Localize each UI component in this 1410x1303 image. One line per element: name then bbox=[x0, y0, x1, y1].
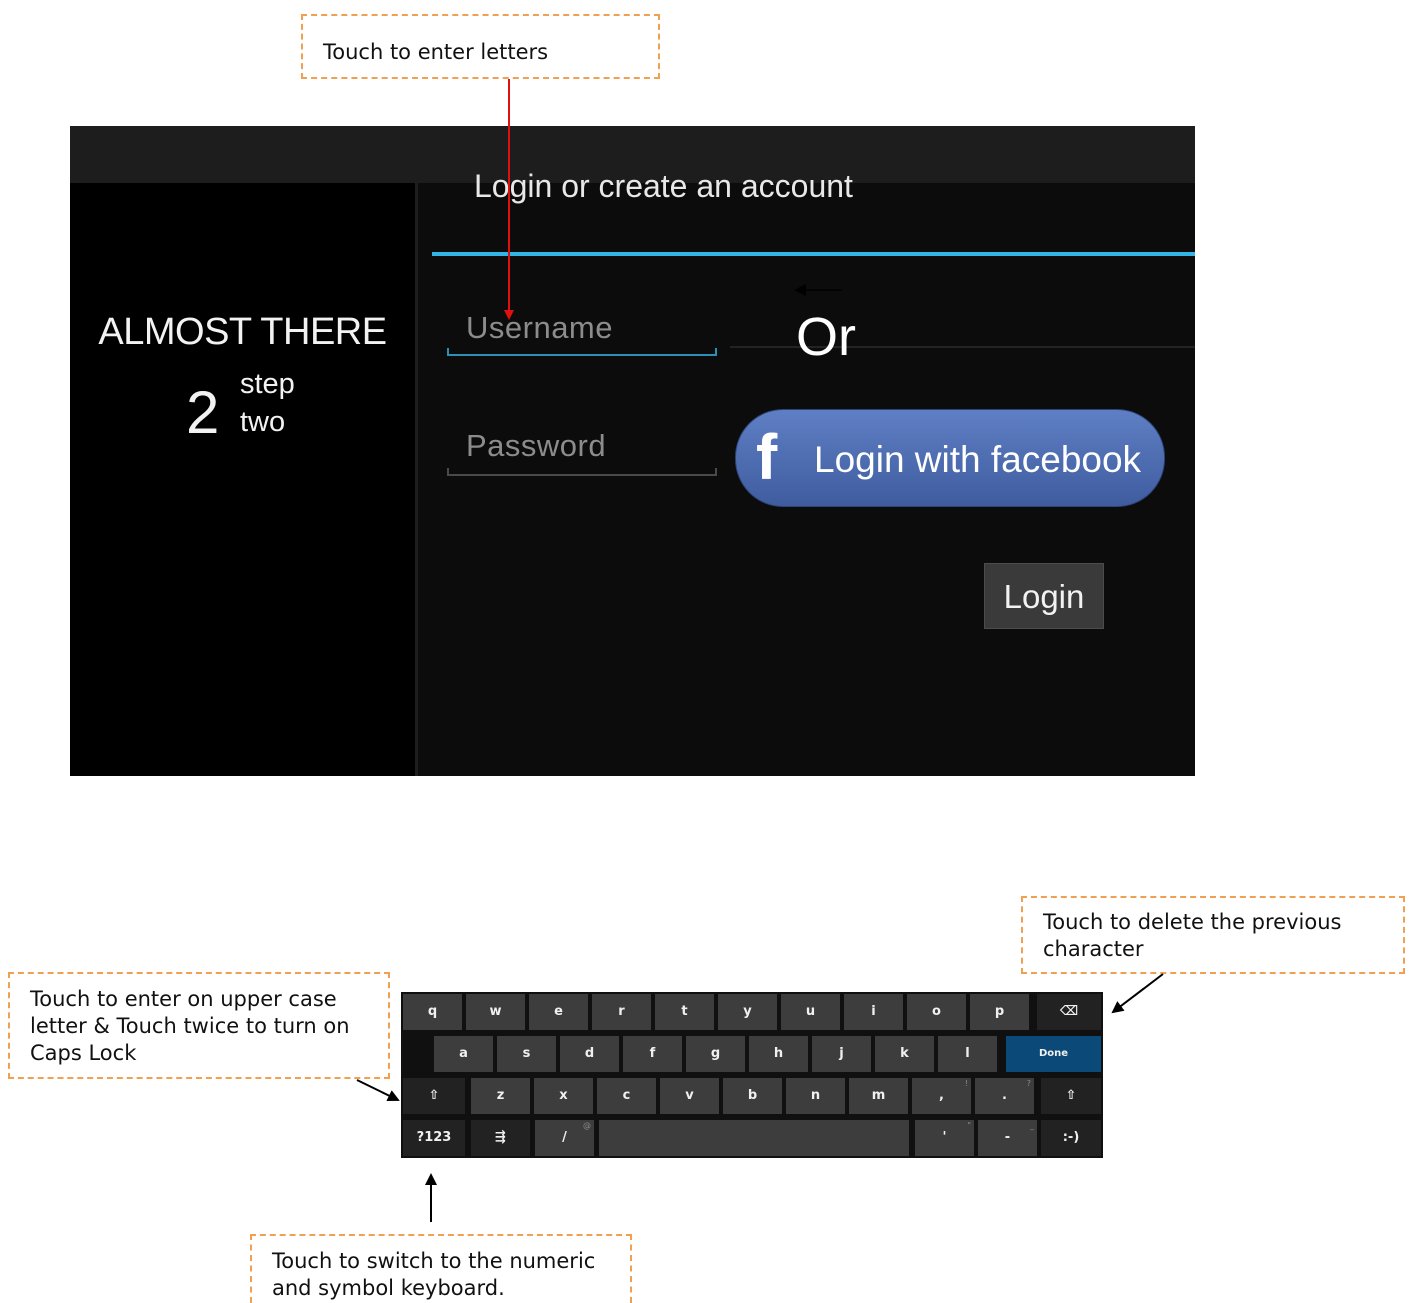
callout-enter-letters: Touch to enter letters bbox=[301, 14, 660, 79]
key-c[interactable]: c bbox=[597, 1078, 656, 1114]
symbols-key[interactable]: ?123 bbox=[403, 1120, 465, 1156]
shift-icon[interactable]: ⇧ bbox=[1041, 1078, 1101, 1114]
key-o[interactable]: o bbox=[907, 994, 966, 1030]
key-k[interactable]: k bbox=[875, 1036, 934, 1072]
shift-icon[interactable]: ⇧ bbox=[403, 1078, 465, 1114]
key-b[interactable]: b bbox=[723, 1078, 782, 1114]
almost-there-heading: ALMOST THERE bbox=[98, 311, 387, 353]
step-word: two bbox=[240, 406, 286, 438]
key-dash[interactable]: - _ bbox=[978, 1120, 1037, 1156]
key-q[interactable]: q bbox=[403, 994, 462, 1030]
key-w[interactable]: w bbox=[466, 994, 525, 1030]
username-underline bbox=[447, 354, 717, 356]
step-word: step bbox=[240, 368, 295, 400]
soft-keyboard: q w e r t y u i o p ⌫ a s d f g h j k l Done ⇧ z x c v b n m,!.? ⇧ ?12… bbox=[401, 992, 1103, 1158]
key-comma[interactable]: ,! bbox=[912, 1078, 971, 1114]
key-apostrophe[interactable]: ' " bbox=[915, 1120, 974, 1156]
key-u[interactable]: u bbox=[781, 994, 840, 1030]
done-button[interactable]: Done bbox=[1006, 1036, 1101, 1072]
tablet-screen: ALMOST THERE 2 step two Login or create … bbox=[70, 126, 1195, 776]
key-period[interactable]: .? bbox=[975, 1078, 1034, 1114]
key-h[interactable]: h bbox=[749, 1036, 808, 1072]
facebook-login-label: Login with facebook bbox=[814, 439, 1142, 480]
callout-shift: Touch to enter on upper case letter & To… bbox=[8, 972, 390, 1079]
arrow-to-shift bbox=[356, 1079, 400, 1102]
username-field[interactable]: Username bbox=[466, 310, 613, 346]
key-j[interactable]: j bbox=[812, 1036, 871, 1072]
key-z[interactable]: z bbox=[471, 1078, 530, 1114]
key-g[interactable]: g bbox=[686, 1036, 745, 1072]
key-v[interactable]: v bbox=[660, 1078, 719, 1114]
key-f[interactable]: f bbox=[623, 1036, 682, 1072]
callout-delete: Touch to delete the previous character bbox=[1021, 896, 1405, 974]
key-n[interactable]: n bbox=[786, 1078, 845, 1114]
backspace-icon[interactable]: ⌫ bbox=[1037, 994, 1101, 1030]
callout-text: Touch to delete the previous bbox=[1043, 910, 1342, 934]
space-bar[interactable] bbox=[599, 1120, 909, 1156]
step-number: 2 bbox=[186, 379, 220, 446]
username-underline-tick bbox=[447, 348, 449, 355]
facebook-login-button[interactable]: f Login with facebook bbox=[735, 409, 1165, 507]
callout-text: Caps Lock bbox=[30, 1041, 137, 1065]
side-panel: ALMOST THERE 2 step two bbox=[70, 183, 418, 776]
key-p[interactable]: p bbox=[970, 994, 1029, 1030]
dialog-title: Login or create an account bbox=[474, 168, 853, 204]
password-underline-tick bbox=[715, 468, 717, 475]
key-t[interactable]: t bbox=[655, 994, 714, 1030]
callout-text: Touch to enter on upper case bbox=[30, 987, 337, 1011]
key-e[interactable]: e bbox=[529, 994, 588, 1030]
callout-text: character bbox=[1043, 937, 1144, 961]
callout-text: and symbol keyboard. bbox=[272, 1276, 505, 1300]
facebook-icon: f bbox=[756, 421, 778, 493]
login-button[interactable]: Login bbox=[984, 563, 1104, 629]
key-m[interactable]: m bbox=[849, 1078, 908, 1114]
title-divider bbox=[432, 252, 1195, 256]
password-underline-tick bbox=[447, 468, 449, 475]
username-underline-tick bbox=[715, 348, 717, 355]
key-s[interactable]: s bbox=[497, 1036, 556, 1072]
arrow-to-backspace bbox=[1111, 973, 1164, 1014]
password-field[interactable]: Password bbox=[466, 428, 606, 464]
key-i[interactable]: i bbox=[844, 994, 903, 1030]
key-d[interactable]: d bbox=[560, 1036, 619, 1072]
callout-text: Touch to enter letters bbox=[323, 40, 549, 64]
or-label: Or bbox=[796, 307, 856, 367]
password-underline bbox=[447, 474, 717, 476]
key-slash[interactable]: / @ bbox=[535, 1120, 594, 1156]
key-r[interactable]: r bbox=[592, 994, 651, 1030]
callout-text: letter & Touch twice to turn on bbox=[30, 1014, 350, 1038]
key-y[interactable]: y bbox=[718, 994, 777, 1030]
settings-icon[interactable]: ⇶ bbox=[471, 1120, 530, 1156]
smiley-key[interactable]: :-) bbox=[1041, 1120, 1101, 1156]
callout-text: Touch to switch to the numeric bbox=[272, 1249, 596, 1273]
callout-numeric: Touch to switch to the numeric and symbo… bbox=[250, 1234, 632, 1303]
key-a[interactable]: a bbox=[434, 1036, 493, 1072]
